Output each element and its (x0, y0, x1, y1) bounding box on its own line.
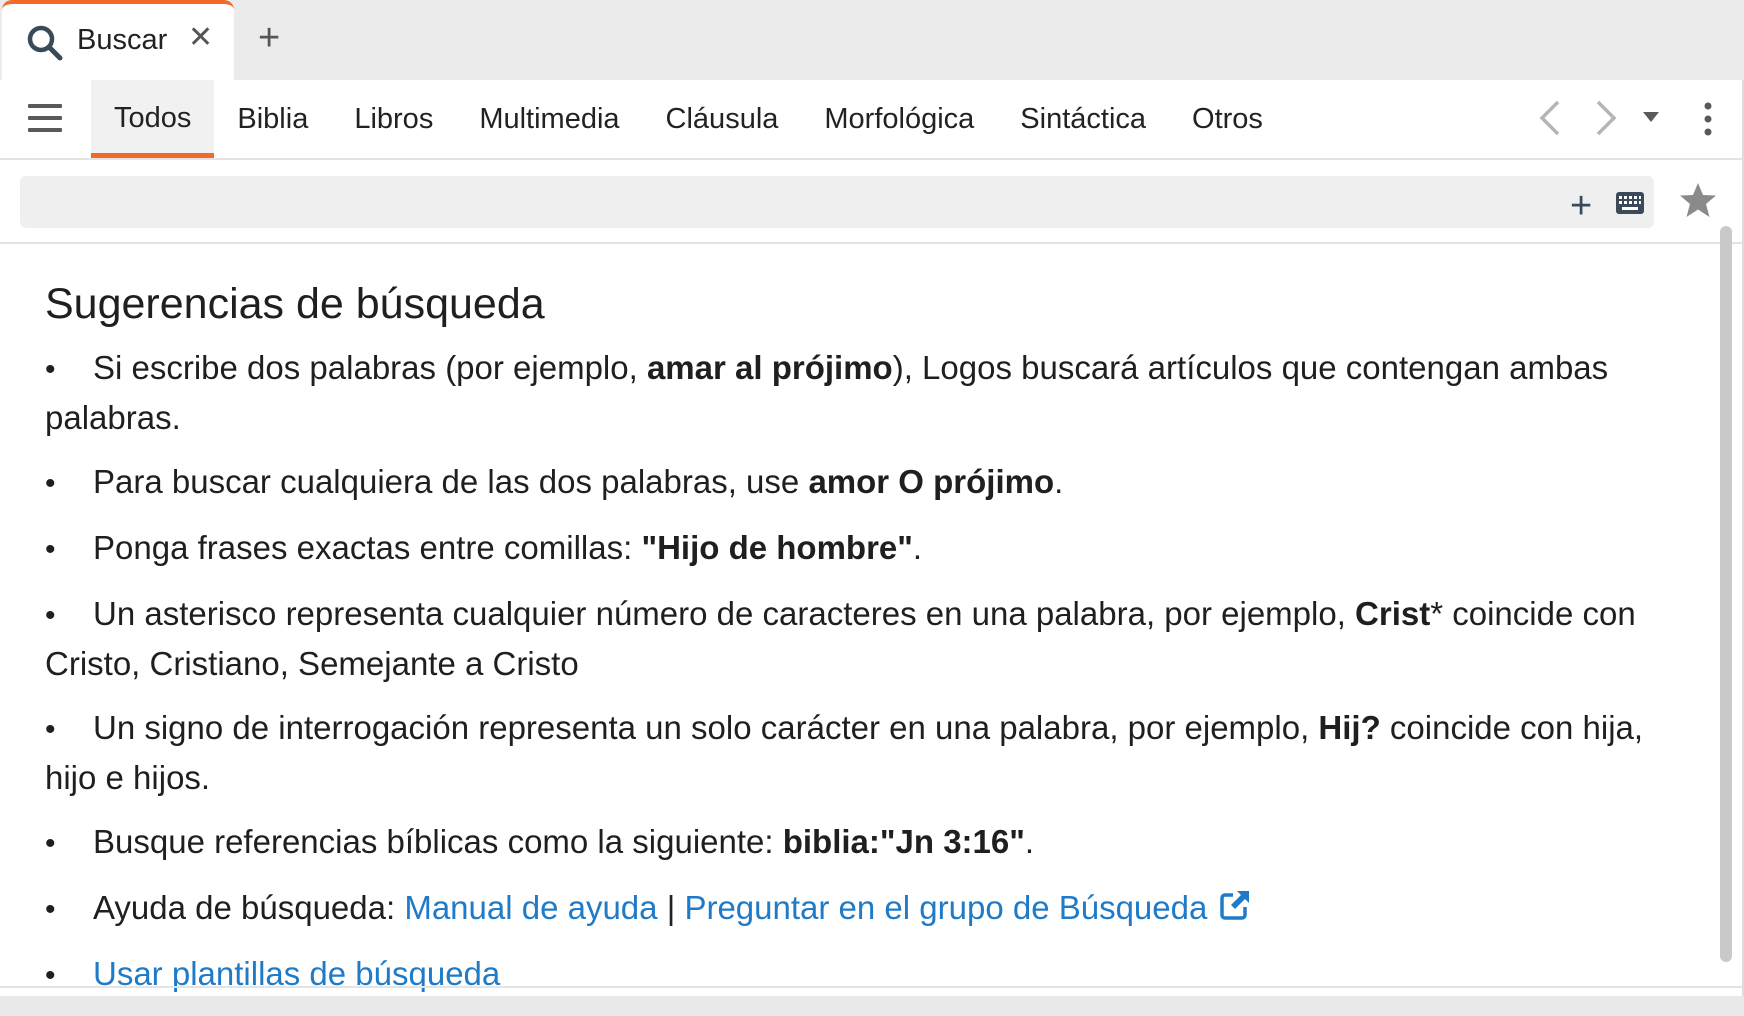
ask-search-group-link[interactable]: Preguntar en el grupo de Búsqueda (684, 889, 1207, 926)
search-input[interactable] (20, 176, 1654, 228)
tips-list: • Si escribe dos palabras (por ejemplo, a… (45, 344, 1685, 1000)
more-vertical-icon[interactable] (1704, 102, 1712, 136)
tip-bible-reference: • Busque referencias bíblicas como la sig… (45, 823, 1035, 860)
caret-down-icon[interactable] (1642, 110, 1660, 124)
tips-heading: Sugerencias de búsqueda (45, 280, 545, 328)
tip-search-help: • Ayuda de búsqueda: Manual de ayuda | Pr… (45, 884, 1685, 934)
tip-two-words: • Si escribe dos palabras (por ejemplo, a… (45, 349, 1609, 436)
divider (0, 986, 1742, 988)
close-icon[interactable]: ✕ (188, 21, 213, 55)
link-separator: | (666, 889, 676, 926)
tab-todos[interactable]: Todos (91, 80, 215, 158)
tab-libros[interactable]: Libros (331, 80, 456, 158)
tab-morfologica[interactable]: Morfológica (801, 80, 997, 158)
external-link-icon[interactable] (1219, 889, 1251, 921)
tab-buscar[interactable]: Buscar ✕ (2, 0, 234, 80)
tab-sintactica[interactable]: Sintáctica (997, 80, 1169, 158)
plus-icon[interactable]: + (1570, 186, 1592, 226)
scrollbar[interactable] (1720, 226, 1732, 962)
new-tab-button[interactable]: + (258, 18, 280, 58)
keyboard-icon[interactable] (1616, 192, 1644, 214)
tab-otros[interactable]: Otros (1169, 80, 1286, 158)
search-icon (27, 25, 63, 61)
chevron-right-icon[interactable] (1592, 98, 1620, 138)
tab-multimedia[interactable]: Multimedia (456, 80, 642, 158)
tip-asterisk: • Un asterisco representa cualquier númer… (45, 595, 1636, 682)
tip-templates: • Usar plantillas de búsqueda (45, 955, 501, 992)
help-manual-link[interactable]: Manual de ayuda (404, 889, 657, 926)
tab-biblia[interactable]: Biblia (214, 80, 331, 158)
search-panel: Todos Biblia Libros Multimedia Cláusula … (0, 80, 1744, 996)
divider (0, 242, 1742, 244)
tab-title: Buscar (77, 24, 168, 56)
tab-clausula[interactable]: Cláusula (643, 80, 802, 158)
search-type-tabs: Todos Biblia Libros Multimedia Cláusula … (91, 80, 1286, 158)
star-icon[interactable] (1678, 180, 1718, 220)
tip-question-mark: • Un signo de interrogación representa un… (45, 709, 1644, 796)
chevron-left-icon[interactable] (1536, 98, 1564, 138)
tab-strip: Buscar ✕ + (0, 0, 1744, 80)
divider (0, 158, 1742, 160)
search-tips: Sugerencias de búsqueda • Si escribe dos … (45, 250, 1685, 1016)
tip-exact-phrase: • Ponga frases exactas entre comillas: "H… (45, 529, 923, 566)
tip-either-word: • Para buscar cualquiera de las dos palab… (45, 463, 1064, 500)
menu-icon[interactable] (28, 104, 62, 132)
